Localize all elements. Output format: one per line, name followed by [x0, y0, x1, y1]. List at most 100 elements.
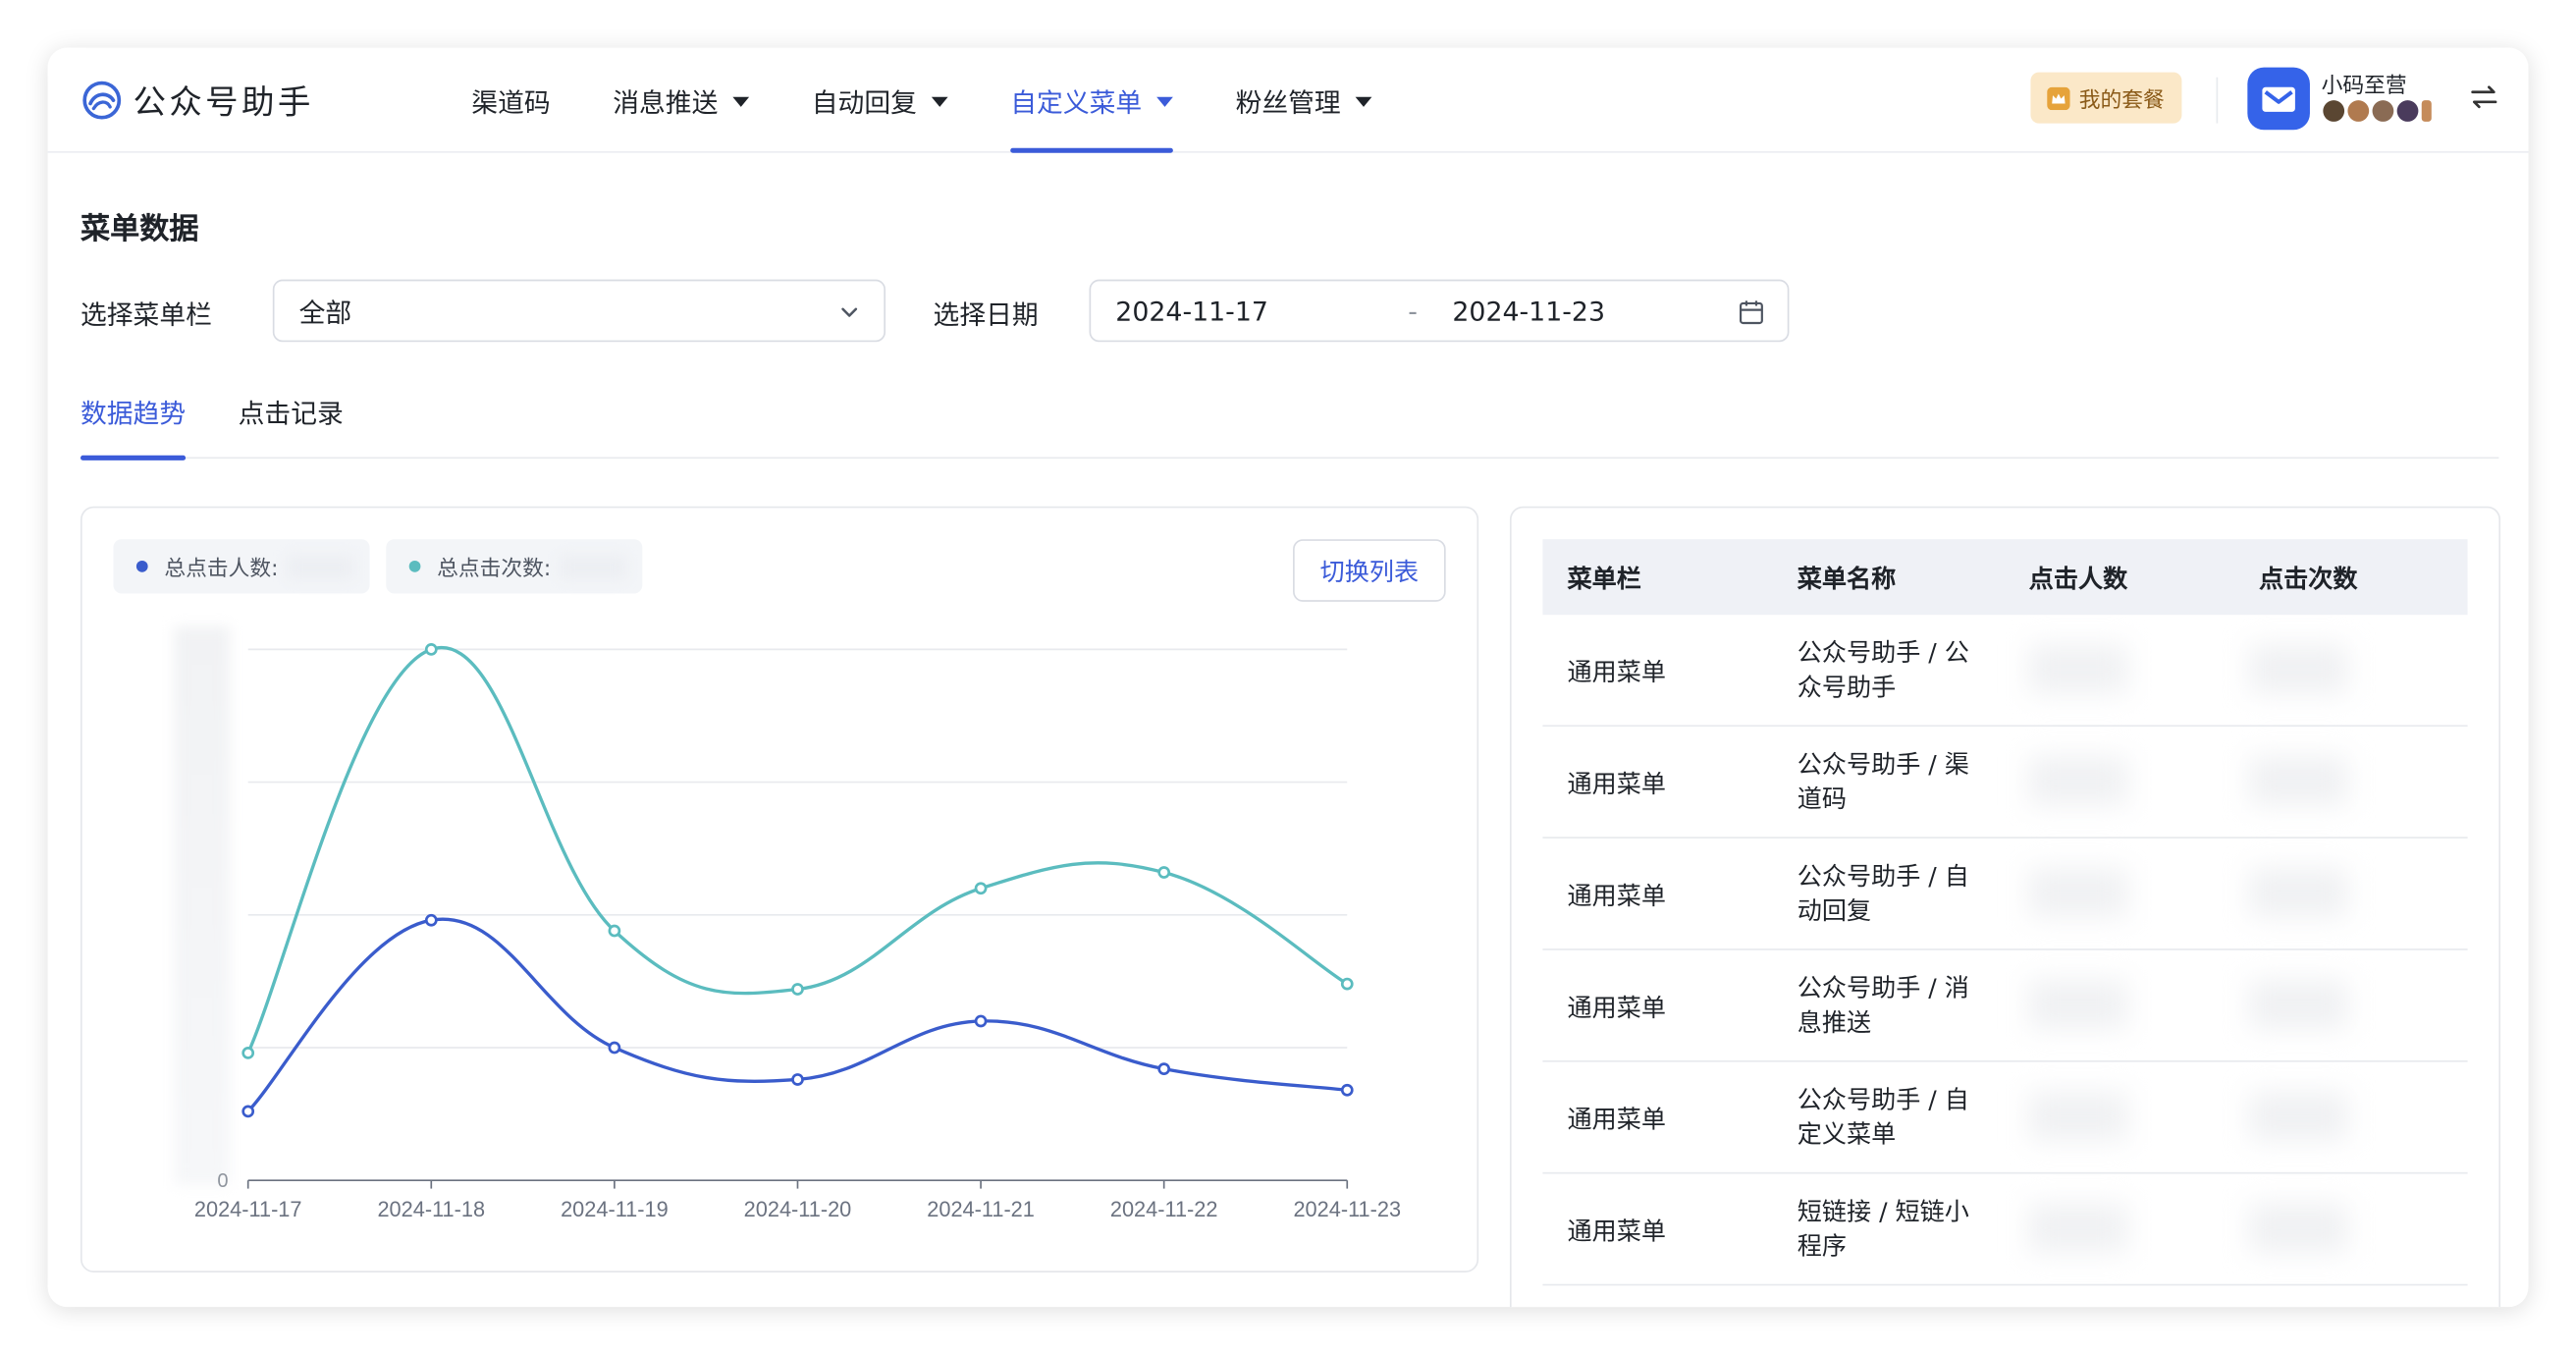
account-avatar[interactable] — [2247, 67, 2310, 131]
cell-clicks-redacted — [2249, 979, 2348, 1030]
chevron-down-icon — [841, 307, 858, 317]
view-tabs: 数据趋势 点击记录 — [80, 381, 2499, 460]
nav-item-auto-reply[interactable]: 自动回复 — [812, 48, 948, 153]
date-separator: - — [1408, 296, 1418, 328]
table-row: 通用菜单 公众号助手 / 公众号助手 — [1542, 615, 2468, 728]
date-end-input[interactable]: 2024-11-23 — [1452, 296, 1605, 327]
nav-item-channel-code[interactable]: 渠道码 — [471, 48, 550, 153]
cell-menu-bar: 通用菜单 — [1567, 769, 1666, 799]
cell-clicks-redacted — [2249, 1091, 2348, 1142]
cell-people-redacted — [2028, 868, 2128, 918]
switch-account-icon[interactable] — [2468, 81, 2500, 113]
app-logo[interactable]: 公众号助手 — [80, 76, 314, 124]
crown-icon — [2047, 85, 2071, 110]
column-header: 点击人数 — [2028, 563, 2128, 593]
cell-clicks-redacted — [2249, 644, 2348, 694]
cell-menu-bar: 通用菜单 — [1567, 657, 1666, 687]
column-header: 点击次数 — [2259, 563, 2358, 593]
nav-item-custom-menu[interactable]: 自定义菜单 — [1010, 48, 1174, 153]
nav-item-message-push[interactable]: 消息推送 — [613, 48, 750, 153]
table-row: 通用菜单 公众号助手 / 渠道码 — [1542, 727, 2468, 839]
x-tick-label: 2024-11-19 — [561, 1197, 669, 1221]
x-tick-label: 2024-11-18 — [377, 1197, 485, 1221]
caret-down-icon — [732, 96, 750, 107]
plan-label: 我的套餐 — [2078, 88, 2165, 114]
data-point — [608, 1041, 621, 1055]
cell-people-redacted — [2028, 644, 2128, 694]
table-row: 通用菜单 公众号助手 / 自动回复 — [1542, 839, 2468, 950]
data-point — [608, 924, 621, 938]
cell-menu-name: 公众号助手 / 公众号助手 — [1797, 637, 1969, 702]
data-point — [424, 643, 438, 656]
column-header: 菜单名称 — [1797, 563, 1897, 593]
cell-menu-name: 公众号助手 / 自动回复 — [1797, 861, 1969, 926]
mail-logo-icon — [2262, 86, 2295, 112]
nav-label: 自定义菜单 — [1010, 86, 1143, 119]
app-window: 公众号助手 渠道码 消息推送 自动回复 自定义菜单 粉丝管理 我的套餐 小码至营… — [47, 47, 2529, 1308]
my-plan-button[interactable]: 我的套餐 — [2030, 72, 2182, 124]
menu-select-label: 选择菜单栏 — [80, 298, 212, 331]
nav-label: 渠道码 — [471, 86, 551, 119]
date-start-input[interactable]: 2024-11-17 — [1115, 296, 1268, 327]
cell-menu-name: 短链接 / 短链小程序 — [1797, 1196, 1969, 1262]
top-navbar: 公众号助手 渠道码 消息推送 自动回复 自定义菜单 粉丝管理 我的套餐 小码至营 — [47, 47, 2529, 153]
data-point — [242, 1047, 255, 1059]
cell-menu-bar: 通用菜单 — [1567, 1105, 1666, 1135]
column-header: 菜单栏 — [1567, 563, 1641, 593]
cell-people-redacted — [2028, 1091, 2128, 1142]
cell-clicks-redacted — [2249, 868, 2348, 918]
member-avatar — [2372, 100, 2394, 122]
table-row: 通用菜单 公众号助手 / 自定义菜单 — [1542, 1062, 2468, 1174]
data-point — [974, 1014, 988, 1028]
account-member-avatars — [2323, 100, 2435, 122]
data-point — [974, 882, 988, 895]
y-tick-label: 0 — [217, 1170, 228, 1192]
menu-stats-table: 菜单栏 菜单名称 点击人数 点击次数 通用菜单 公众号助手 / 公众号助手 通用… — [1542, 539, 2468, 1286]
main-nav: 渠道码 消息推送 自动回复 自定义菜单 粉丝管理 — [471, 48, 1434, 153]
cell-menu-bar: 通用菜单 — [1567, 1217, 1666, 1247]
cell-people-redacted — [2028, 1203, 2128, 1253]
caret-down-icon — [1355, 96, 1372, 107]
data-point — [242, 1105, 255, 1118]
table-header: 菜单栏 菜单名称 点击人数 点击次数 — [1542, 539, 2468, 616]
menu-stats-table-panel: 菜单栏 菜单名称 点击人数 点击次数 通用菜单 公众号助手 / 公众号助手 通用… — [1509, 506, 2501, 1308]
nav-label: 粉丝管理 — [1235, 86, 1341, 119]
cell-people-redacted — [2028, 756, 2128, 806]
logo-icon — [82, 80, 122, 119]
trend-line-chart: 0 2024-11-17 2024-11-18 2024-11-19 2024-11-2… — [194, 643, 1401, 1221]
data-point — [1157, 866, 1171, 879]
app-name: 公众号助手 — [133, 81, 314, 122]
caret-down-icon — [1156, 96, 1173, 107]
menu-select[interactable]: 全部 — [272, 279, 886, 343]
x-tick-label: 2024-11-21 — [927, 1197, 1035, 1221]
date-range-picker[interactable]: 2024-11-17 - 2024-11-23 — [1089, 279, 1790, 343]
cell-menu-bar: 通用菜单 — [1567, 881, 1666, 911]
data-point — [791, 983, 804, 996]
header-divider — [2216, 77, 2219, 124]
data-point — [424, 913, 438, 927]
tab-data-trend[interactable]: 数据趋势 — [80, 392, 187, 460]
data-point — [791, 1073, 804, 1086]
cell-people-redacted — [2028, 979, 2128, 1030]
trend-chart-panel: 总点击人数: 总点击次数: 切换列表 0 2024-11-17 2024-11-18… — [80, 506, 1479, 1272]
nav-label: 消息推送 — [613, 86, 719, 119]
data-point — [1157, 1062, 1171, 1076]
member-avatar — [2347, 100, 2370, 122]
table-row: 通用菜单 公众号助手 / 消息推送 — [1542, 950, 2468, 1062]
x-tick-label: 2024-11-23 — [1293, 1197, 1401, 1221]
member-avatar — [2396, 100, 2419, 122]
nav-item-fan-management[interactable]: 粉丝管理 — [1236, 48, 1372, 153]
member-avatar — [2323, 100, 2345, 122]
x-tick-label: 2024-11-17 — [194, 1197, 302, 1221]
data-point — [1340, 977, 1354, 991]
member-avatar — [2421, 100, 2432, 122]
cell-menu-bar: 通用菜单 — [1567, 993, 1666, 1023]
table-row: 通用菜单 短链接 / 短链小程序 — [1542, 1174, 2468, 1286]
caret-down-icon — [931, 96, 948, 107]
account-name[interactable]: 小码至营 — [2322, 68, 2407, 98]
cell-menu-name: 公众号助手 / 渠道码 — [1797, 749, 1969, 814]
tab-click-records[interactable]: 点击记录 — [239, 392, 344, 460]
nav-label: 自动回复 — [811, 86, 917, 119]
x-tick-label: 2024-11-22 — [1110, 1197, 1218, 1221]
cell-menu-name: 公众号助手 / 自定义菜单 — [1797, 1085, 1969, 1150]
